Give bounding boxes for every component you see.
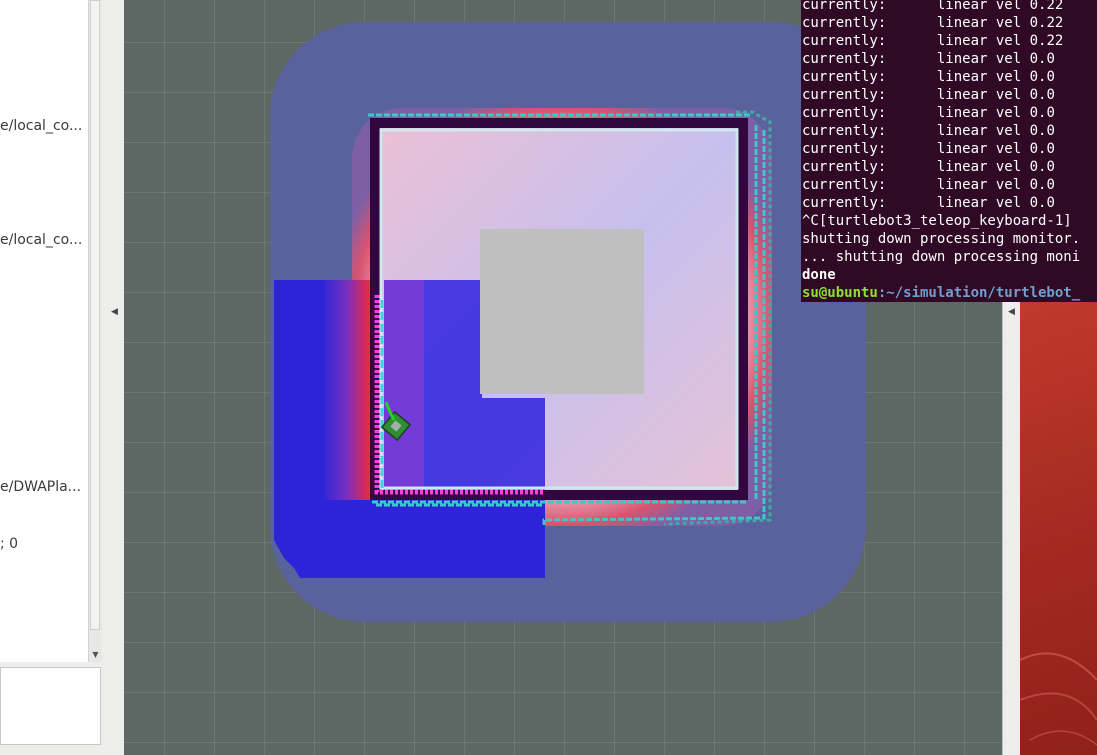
terminal-text: linear vel 0.22 [936, 33, 1064, 49]
display-properties-list: e/local_co... e/local_co... e/DWAPla... … [0, 0, 89, 662]
terminal-line: currently: linear vel 0.0 [802, 158, 1055, 176]
terminal-shutdown-line: shutting down processing monitor. [802, 231, 1081, 247]
terminal-line: currently: linear vel 0.22 [802, 0, 1063, 14]
left-splitter[interactable]: ◀ [104, 0, 125, 755]
scrollbar-thumb[interactable] [90, 0, 100, 630]
terminal-line: currently: linear vel 0.0 [802, 194, 1055, 212]
terminal-text: currently: [802, 159, 887, 175]
unknown-block [480, 229, 644, 394]
terminal-text: currently: [802, 105, 887, 121]
terminal-prompt[interactable]: su@ubuntu:~/simulation/turtlebot_ [802, 284, 1080, 302]
property-topic-local-costmap[interactable]: e/local_co... [0, 118, 82, 134]
terminal-text: linear vel 0.0 [936, 141, 1055, 157]
prompt-path: :~/simulation/turtlebot_ [877, 285, 1081, 301]
terminal-text: currently: [802, 0, 887, 13]
displays-panel: e/local_co... e/local_co... e/DWAPla... … [0, 0, 104, 755]
triangle-left-icon[interactable]: ◀ [111, 307, 118, 317]
terminal-window[interactable]: currently: linear vel 0.22 currently: li… [801, 0, 1097, 302]
terminal-line: currently: linear vel 0.0 [802, 176, 1055, 194]
terminal-text: currently: [802, 177, 887, 193]
prompt-user: su@ubuntu [802, 285, 878, 301]
terminal-text: currently: [802, 51, 887, 67]
terminal-line: currently: linear vel 0.0 [802, 140, 1055, 158]
terminal-line: currently: linear vel 0.0 [802, 104, 1055, 122]
terminal-text: linear vel 0.0 [936, 87, 1055, 103]
terminal-shutdown-line-2: ... shutting down processing moni [802, 249, 1081, 265]
terminal-done-line: done [802, 267, 836, 283]
terminal-interrupt-line: ^C[turtlebot3_teleop_keyboard-1] [802, 213, 1072, 229]
terminal-text: linear vel 0.0 [936, 105, 1055, 121]
property-topic-dwa-planner[interactable]: e/DWAPla... [0, 479, 81, 495]
terminal-text: currently: [802, 195, 887, 211]
terminal-line: currently: linear vel 0.0 [802, 122, 1055, 140]
terminal-text: currently: [802, 69, 887, 85]
property-topic-local-costmap-2[interactable]: e/local_co... [0, 232, 82, 248]
terminal-text: linear vel 0.0 [936, 177, 1055, 193]
triangle-left-icon[interactable]: ◀ [1008, 307, 1015, 317]
triangle-down-icon[interactable]: ▼ [89, 648, 102, 662]
terminal-line: currently: linear vel 0.0 [802, 86, 1055, 104]
terminal-text: linear vel 0.0 [936, 195, 1055, 211]
terminal-line: currently: linear vel 0.0 [802, 50, 1055, 68]
local-costmap-inner-grad [384, 280, 424, 494]
properties-scrollbar[interactable]: ▼ [88, 0, 102, 662]
terminal-line: currently: linear vel 0.22 [802, 14, 1063, 32]
terminal-line: currently: linear vel 0.0 [802, 68, 1055, 86]
terminal-text: linear vel 0.22 [936, 0, 1064, 13]
terminal-text: currently: [802, 33, 887, 49]
terminal-text: linear vel 0.22 [936, 15, 1064, 31]
property-value[interactable]: ; 0 [0, 536, 18, 552]
terminal-line: currently: linear vel 0.22 [802, 32, 1063, 50]
terminal-text: currently: [802, 87, 887, 103]
terminal-text: currently: [802, 15, 887, 31]
terminal-text: linear vel 0.0 [936, 51, 1055, 67]
terminal-text: linear vel 0.0 [936, 123, 1055, 139]
property-description-box [0, 667, 101, 745]
terminal-text: currently: [802, 141, 887, 157]
terminal-text: linear vel 0.0 [936, 69, 1055, 85]
terminal-text: currently: [802, 123, 887, 139]
terminal-text: linear vel 0.0 [936, 159, 1055, 175]
